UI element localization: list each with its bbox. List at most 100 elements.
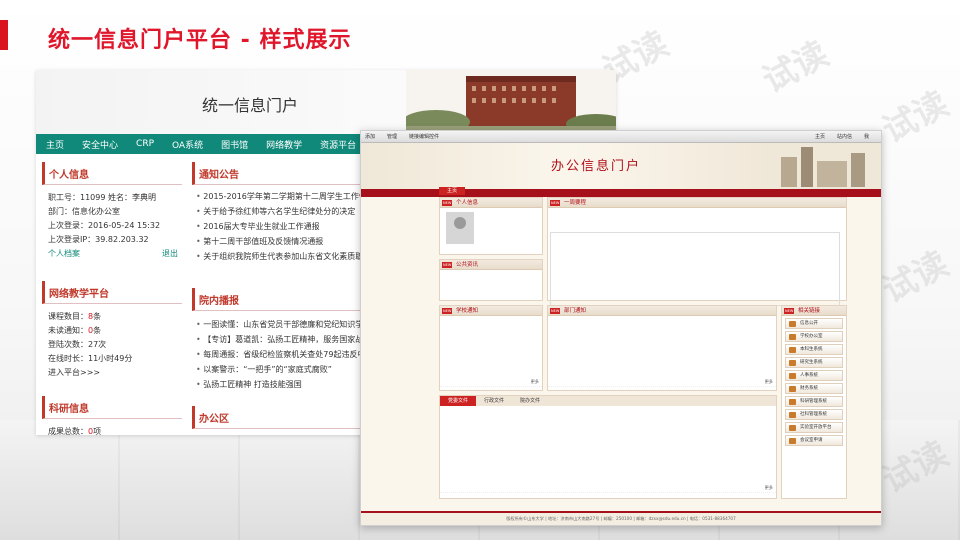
- campus-broadcast-heading: 院内播报: [192, 288, 362, 311]
- watermark: 试读: [756, 33, 836, 102]
- left-column: 个人信息 职工号：11099 姓名：李典明 部门：信息化办公室 上次登录：201…: [42, 162, 182, 435]
- related-links-panel: 相关链接 信息公开 学校办公室 本科生系统 研究生系统 人事系统 财务系统 科研…: [781, 305, 847, 499]
- personal-info-panel: 职工号：11099 姓名：李典明 部门：信息化办公室 上次登录：2016-05-…: [42, 185, 182, 261]
- nav-library[interactable]: 图书馆: [221, 138, 248, 151]
- link-undergrad-system[interactable]: 本科生系统: [785, 344, 843, 355]
- toolbar-inbox-link[interactable]: 站内信: [837, 133, 852, 140]
- notice-list: 2015-2016学年第二学期第十二周学生工作情况通报 关于给予徐红帅等六名学生…: [192, 185, 362, 264]
- tab-admin-documents[interactable]: 行政文件: [476, 396, 512, 406]
- toolbar-user-link[interactable]: 我: [864, 133, 869, 140]
- research-info-heading: 科研信息: [42, 396, 182, 419]
- notice-item[interactable]: 2016届大专毕业生就业工作通报: [196, 219, 362, 234]
- login-count-line: 登陆次数：27次: [48, 340, 107, 349]
- staff-id-line: 职工号：11099 姓名：李典明: [48, 193, 156, 202]
- campus-broadcast-list: 一图读懂：山东省党员干部德廉和党纪知识学习 【专访】葛道凯：弘扬工匠精神，服务国…: [192, 311, 362, 392]
- office-area-heading: 办公区: [192, 406, 362, 429]
- last-login-ip-line: 上次登录IP：39.82.203.32: [48, 235, 149, 244]
- link-info-disclosure[interactable]: 信息公开: [785, 318, 843, 329]
- online-time-line: 在线时长：11小时49分: [48, 354, 133, 363]
- link-meeting-room[interactable]: 会议室申请: [785, 435, 843, 446]
- notice-item[interactable]: 第十二周干部值班及反馈情况通报: [196, 234, 362, 249]
- department-notice-heading: 部门通知: [548, 306, 776, 316]
- department-line: 部门：信息化办公室: [48, 207, 120, 216]
- portal-title: 统一信息门户: [202, 96, 299, 115]
- research-results-unit: 项: [93, 427, 102, 435]
- nav-security-center[interactable]: 安全中心: [82, 138, 118, 151]
- teaching-platform-panel: 课程数目：8条 未读通知：0条 登陆次数：27次 在线时长：11小时49分 进入…: [42, 304, 182, 380]
- nav-crp[interactable]: CRP: [136, 139, 154, 149]
- unread-notice-label: 未读通知：: [48, 326, 88, 335]
- broadcast-item[interactable]: 弘扬工匠精神 打造技能强国: [196, 377, 362, 392]
- slide-title: 统一信息门户平台 - 样式展示: [48, 28, 352, 53]
- office-portal-screenshot: 添加 管理 链接编辑控件 主页 站内信 我 办公信息门户 主页 个人信息 公共资…: [360, 130, 882, 526]
- link-edit-button[interactable]: 链接编辑控件: [409, 133, 439, 140]
- more-link[interactable]: 更多: [440, 378, 542, 387]
- campus-building-image: [761, 143, 881, 189]
- manage-button[interactable]: 管理: [387, 133, 397, 140]
- course-count-label: 课程数目：: [48, 312, 88, 321]
- nav-resource-platform[interactable]: 资源平台: [320, 138, 356, 151]
- notice-heading: 通知公告: [192, 162, 362, 185]
- broadcast-item[interactable]: 以案警示：“一把手”的“家庭式腐败”: [196, 362, 362, 377]
- course-count-line: 课程数目：8条: [48, 310, 182, 324]
- teaching-platform-heading: 网络教学平台: [42, 281, 182, 304]
- office-personal-panel: 个人信息: [439, 197, 543, 255]
- personal-links: 个人档案 退出: [48, 247, 182, 261]
- notice-item[interactable]: 关于给予徐红帅等六名学生纪律处分的决定: [196, 204, 362, 219]
- document-tabs: 党委文件 行政文件 院办文件: [440, 396, 776, 406]
- avatar: [446, 212, 474, 244]
- documents-panel: 党委文件 行政文件 院办文件 更多: [439, 395, 777, 499]
- public-info-panel: 公共资讯: [439, 259, 543, 301]
- personal-info-heading: 个人信息: [42, 162, 182, 185]
- unread-notice-line: 未读通知：0条: [48, 324, 182, 338]
- research-results-line: 成果总数：0项: [48, 425, 182, 435]
- nav-home[interactable]: 主页: [46, 138, 64, 151]
- broadcast-item[interactable]: 【专访】葛道凯：弘扬工匠精神，服务国家战略: [196, 332, 362, 347]
- school-notice-heading: 学校通知: [440, 306, 542, 316]
- office-portal-title: 办公信息门户: [551, 159, 642, 174]
- middle-column: 通知公告 2015-2016学年第二学期第十二周学生工作情况通报 关于给予徐红帅…: [192, 162, 362, 429]
- office-portal-header: 办公信息门户: [361, 143, 881, 189]
- office-portal-footer: 版权所有©山东大学 | 地址：济南市山大南路27号 | 邮编：250100 | …: [361, 511, 881, 525]
- schedule-table: [550, 232, 840, 306]
- link-hr-system[interactable]: 人事系统: [785, 370, 843, 381]
- broadcast-item[interactable]: 每周通报：省级纪检监察机关查处79起违反中央八: [196, 347, 362, 362]
- portal-header: 统一信息门户: [36, 70, 616, 134]
- toolbar-home-link[interactable]: 主页: [815, 133, 825, 140]
- last-login-line: 上次登录：2016-05-24 15:32: [48, 221, 161, 230]
- link-social-science-system[interactable]: 社科管理系统: [785, 409, 843, 420]
- broadcast-item[interactable]: 一图读懂：山东省党员干部德廉和党纪知识学习: [196, 317, 362, 332]
- research-info-panel: 成果总数：0项: [42, 419, 182, 435]
- notice-item[interactable]: 2015-2016学年第二学期第十二周学生工作情况通报: [196, 189, 362, 204]
- school-notice-panel: 学校通知 更多: [439, 305, 543, 391]
- nav-oa-system[interactable]: OA系统: [172, 138, 203, 151]
- department-notice-panel: 部门通知 更多: [547, 305, 777, 391]
- research-results-label: 成果总数：: [48, 427, 88, 435]
- more-link[interactable]: 更多: [440, 484, 776, 493]
- watermark: 试读: [876, 243, 956, 312]
- public-info-heading: 公共资讯: [440, 260, 542, 270]
- personal-archive-link[interactable]: 个人档案: [48, 247, 80, 261]
- link-graduate-system[interactable]: 研究生系统: [785, 357, 843, 368]
- tab-party-documents[interactable]: 党委文件: [440, 396, 477, 406]
- campus-building-image: [406, 70, 616, 134]
- link-finance-system[interactable]: 财务系统: [785, 383, 843, 394]
- tab-home[interactable]: 主页: [439, 187, 465, 195]
- add-button[interactable]: 添加: [365, 133, 375, 140]
- link-lab-platform[interactable]: 实验室开放平台: [785, 422, 843, 433]
- link-research-system[interactable]: 科研管理系统: [785, 396, 843, 407]
- notice-item[interactable]: 关于组织我院师生代表参加山东省文化素质职业教育: [196, 249, 362, 264]
- related-links-heading: 相关链接: [782, 306, 846, 316]
- more-link[interactable]: 更多: [548, 378, 776, 387]
- link-school-office[interactable]: 学校办公室: [785, 331, 843, 342]
- weekly-schedule-heading: 一周要程: [548, 198, 846, 208]
- course-count-unit: 条: [93, 312, 102, 321]
- title-accent-bar: [0, 20, 8, 50]
- nav-online-teaching[interactable]: 网络教学: [266, 138, 302, 151]
- logout-link[interactable]: 退出: [162, 247, 178, 261]
- enter-platform-link[interactable]: 进入平台>>>: [48, 366, 182, 380]
- weekly-schedule-panel: 一周要程: [547, 197, 847, 306]
- watermark: 试读: [876, 83, 956, 152]
- tab-office-documents[interactable]: 院办文件: [512, 396, 548, 406]
- portal-toolbar: 添加 管理 链接编辑控件 主页 站内信 我: [361, 131, 881, 143]
